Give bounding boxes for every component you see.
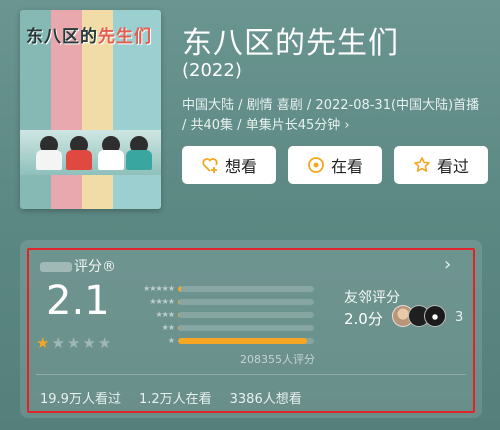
friend-count: 3 xyxy=(455,310,464,325)
star-filled-icon: ★ xyxy=(36,334,50,352)
poster-title-part2: 先生们 xyxy=(98,27,152,47)
distribution-fill xyxy=(178,285,181,292)
target-icon xyxy=(307,156,325,174)
friend-rating-label: 友邻评分 xyxy=(344,290,400,306)
movie-year: (2022) xyxy=(182,60,242,81)
distribution-stars: ★ xyxy=(167,336,175,345)
movie-meta[interactable]: 中国大陆 / 剧情 喜剧 / 2022-08-31(中国大陆)首播 / 共40集… xyxy=(182,96,482,136)
distribution-fill xyxy=(178,337,308,344)
star-rating: ★ ★ ★ ★ ★ xyxy=(36,334,111,352)
star-empty-icon: ★ xyxy=(82,334,96,352)
want-to-watch-button[interactable]: 想看 xyxy=(182,146,276,184)
want-to-watch-label: 想看 xyxy=(224,157,257,176)
watched-label: 看过 xyxy=(436,157,469,176)
poster-figure xyxy=(66,150,92,170)
rating-count: 208355人评分 xyxy=(240,353,315,366)
watched-button[interactable]: 看过 xyxy=(394,146,488,184)
rating-score: 2.1 xyxy=(46,278,110,324)
distribution-stars: ★★★★★ xyxy=(143,284,175,293)
poster-figure xyxy=(36,150,62,170)
star-empty-icon: ★ xyxy=(97,334,112,352)
rating-label-text: 评分® xyxy=(74,259,116,275)
watching-count[interactable]: 1.2万人在看 xyxy=(139,388,212,407)
poster-figure xyxy=(98,150,124,170)
friend-rating-score: 2.0分 xyxy=(344,310,383,328)
distribution-stars: ★★★★ xyxy=(149,297,175,306)
poster-fine-print xyxy=(38,186,143,200)
poster-figure xyxy=(126,150,152,170)
distribution-fill xyxy=(178,311,180,318)
distribution-stars: ★★★ xyxy=(155,310,175,319)
heart-plus-icon xyxy=(201,156,219,174)
poster-title-part1: 东八区的 xyxy=(26,27,98,47)
want-count[interactable]: 3386人想看 xyxy=(230,388,302,407)
redacted-brand xyxy=(40,262,72,272)
watching-button[interactable]: 在看 xyxy=(288,146,382,184)
distribution-fill xyxy=(178,324,180,331)
action-buttons: 想看 在看 看过 xyxy=(182,146,488,184)
star-outline-icon xyxy=(413,156,431,174)
divider xyxy=(36,374,466,375)
distribution-bar xyxy=(178,298,314,305)
distribution-bar xyxy=(178,324,314,331)
friend-avatars[interactable] xyxy=(392,305,446,327)
distribution-row: ★ xyxy=(126,334,314,347)
star-empty-icon: ★ xyxy=(66,334,81,352)
distribution-row: ★★★ xyxy=(126,308,314,321)
distribution-stars: ★★ xyxy=(161,323,175,332)
distribution-row: ★★ xyxy=(126,321,314,334)
poster-image[interactable]: 东八区的先生们 xyxy=(20,10,161,209)
watching-label: 在看 xyxy=(330,157,363,176)
distribution-fill xyxy=(178,298,180,305)
watched-count[interactable]: 19.9万人看过 xyxy=(40,388,121,407)
distribution-bar xyxy=(178,311,314,318)
watch-stats: 19.9万人看过 1.2万人在看 3386人想看 xyxy=(40,388,302,407)
distribution-bar xyxy=(178,337,314,344)
distribution-row: ★★★★★ xyxy=(126,282,314,295)
rating-distribution: ★★★★★ ★★★★ ★★★ ★★ ★ xyxy=(126,282,314,347)
distribution-row: ★★★★ xyxy=(126,295,314,308)
movie-title: 东八区的先生们 xyxy=(182,26,399,61)
rating-label: 评分® xyxy=(40,256,116,276)
star-empty-icon: ★ xyxy=(51,334,65,352)
distribution-bar xyxy=(178,285,314,292)
avatar xyxy=(424,305,446,327)
poster-title: 东八区的先生们 xyxy=(26,22,156,47)
chevron-right-icon[interactable]: › xyxy=(444,254,451,275)
